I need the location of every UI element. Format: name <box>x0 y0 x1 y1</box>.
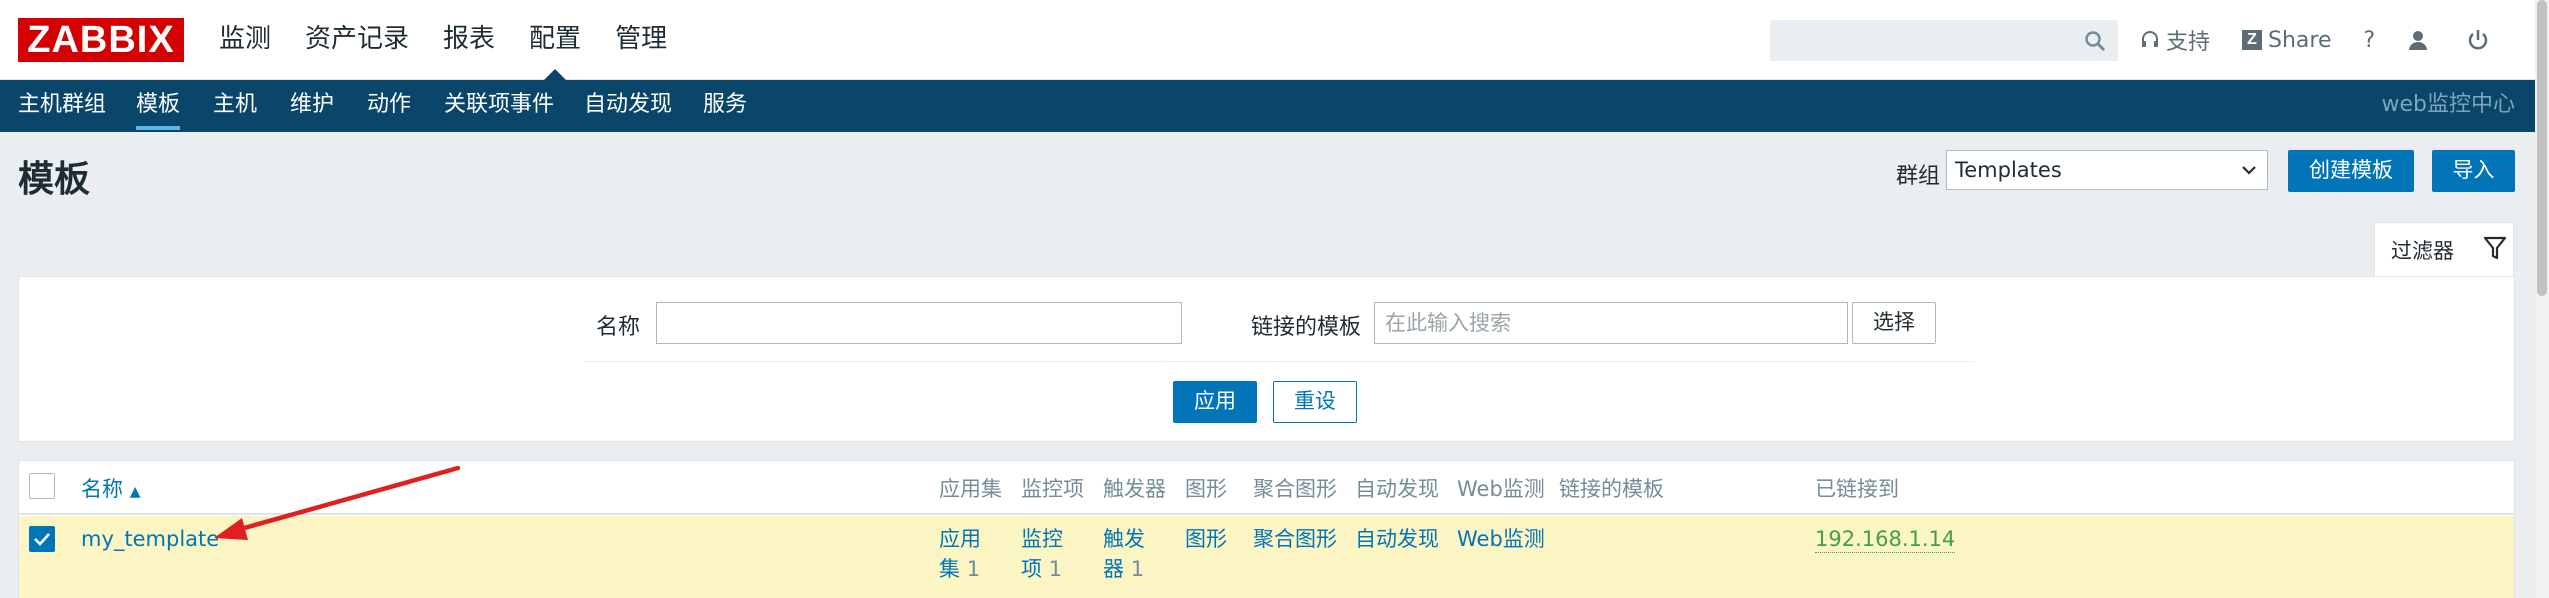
reset-filter-button[interactable]: 重设 <box>1273 381 1357 423</box>
submenu-maintenance[interactable]: 维护 <box>290 80 334 132</box>
power-icon <box>2468 30 2488 50</box>
graphs-link[interactable]: 图形 <box>1185 524 1227 554</box>
submenu-actions[interactable]: 动作 <box>367 80 411 132</box>
annotation-arrow-icon <box>214 465 461 540</box>
checkmark-icon <box>34 533 50 546</box>
import-button[interactable]: 导入 <box>2432 150 2515 192</box>
select-template-button[interactable]: 选择 <box>1852 302 1936 344</box>
support-label: 支持 <box>2166 30 2211 55</box>
applications-label: 应用 <box>939 527 981 551</box>
applications-count: 1 <box>966 557 981 581</box>
page-scrollbar[interactable] <box>2535 0 2549 598</box>
filter-icon <box>2483 236 2507 260</box>
group-select[interactable]: Templates <box>1946 150 2268 190</box>
submenu-hosts[interactable]: 主机 <box>213 80 257 132</box>
top-bar: ZABBIX 监测 资产记录 报表 配置 管理 支持 Z Share ? <box>0 0 2535 80</box>
headset-icon <box>2142 31 2158 47</box>
screens-link[interactable]: 聚合图形 <box>1253 524 1337 554</box>
help-icon: ? <box>2363 27 2376 53</box>
filter-tab[interactable]: 过滤器 <box>2374 222 2514 278</box>
help-button[interactable]: ? <box>2364 28 2376 53</box>
filter-linked-templates-label: 链接的模板 <box>1251 315 1362 340</box>
items-count: 1 <box>1048 557 1063 581</box>
logout-button[interactable] <box>2467 29 2495 51</box>
filter-name-input[interactable] <box>656 302 1182 344</box>
support-link[interactable]: 支持 <box>2140 24 2210 56</box>
column-applications: 应用集 <box>939 477 1002 501</box>
column-graphs: 图形 <box>1185 477 1227 501</box>
filter-linked-templates-input[interactable]: 在此输入搜索 <box>1374 302 1848 344</box>
share-link[interactable]: Z Share <box>2242 28 2332 53</box>
main-menu: 监测 资产记录 报表 配置 管理 <box>202 0 684 80</box>
sort-ascending-icon: ▲ <box>129 484 141 500</box>
triggers-label-2: 器 <box>1103 557 1124 581</box>
user-profile-button[interactable] <box>2407 29 2435 51</box>
create-template-button[interactable]: 创建模板 <box>2288 150 2414 192</box>
apply-filter-button[interactable]: 应用 <box>1173 381 1257 423</box>
group-select-value: Templates <box>1955 158 2062 182</box>
submenu-discovery[interactable]: 自动发现 <box>584 80 672 132</box>
column-triggers: 触发器 <box>1103 477 1166 501</box>
triggers-label: 触发 <box>1103 527 1145 551</box>
discovery-link[interactable]: 自动发现 <box>1355 524 1439 554</box>
submenu-services[interactable]: 服务 <box>703 80 747 132</box>
items-label-2: 项 <box>1021 557 1042 581</box>
items-label: 监控 <box>1021 527 1063 551</box>
search-icon[interactable] <box>2084 30 2106 52</box>
triggers-count: 1 <box>1130 557 1145 581</box>
sub-menu: 主机群组 模板 主机 维护 动作 关联项事件 自动发现 服务 web监控中心 <box>0 80 2535 132</box>
share-label: Share <box>2268 27 2332 53</box>
column-name-header[interactable]: 名称 ▲ <box>81 473 140 503</box>
select-all-checkbox[interactable] <box>29 473 55 499</box>
submenu-host-groups[interactable]: 主机群组 <box>18 80 106 132</box>
column-items: 监控项 <box>1021 477 1084 501</box>
linked-host-link[interactable]: 192.168.1.14 <box>1815 526 1956 553</box>
column-discovery: 自动发现 <box>1355 477 1439 501</box>
column-name-label: 名称 <box>81 477 123 501</box>
zabbix-share-icon: Z <box>2242 30 2263 50</box>
filter-divider <box>584 361 1974 362</box>
zabbix-logo[interactable]: ZABBIX <box>18 18 184 62</box>
menu-inventory[interactable]: 资产记录 <box>288 0 426 80</box>
items-link[interactable]: 监控 项 1 <box>1021 524 1063 584</box>
submenu-correlation[interactable]: 关联项事件 <box>444 80 554 132</box>
column-linked-templates: 链接的模板 <box>1559 477 1664 501</box>
applications-label-2: 集 <box>939 557 960 581</box>
menu-reports[interactable]: 报表 <box>426 0 512 80</box>
global-search-input[interactable] <box>1770 20 2118 61</box>
column-screens: 聚合图形 <box>1253 477 1337 501</box>
filter-name-label: 名称 <box>596 315 641 340</box>
row-checkbox[interactable] <box>29 526 55 552</box>
scrollbar-thumb[interactable] <box>2537 0 2547 296</box>
menu-monitoring[interactable]: 监测 <box>202 0 288 80</box>
applications-link[interactable]: 应用 集 1 <box>939 524 981 584</box>
group-label: 群组 <box>1896 164 1941 189</box>
menu-configuration[interactable]: 配置 <box>512 0 598 80</box>
user-icon <box>2409 31 2428 50</box>
page-title: 模板 <box>18 159 91 200</box>
triggers-link[interactable]: 触发 器 1 <box>1103 524 1145 584</box>
web-link[interactable]: Web监测 <box>1457 524 1545 554</box>
menu-administration[interactable]: 管理 <box>598 0 684 80</box>
filter-tab-label: 过滤器 <box>2391 239 2454 263</box>
chevron-down-icon <box>2242 166 2256 175</box>
template-name-link[interactable]: my_template <box>81 524 219 554</box>
filter-panel: 名称 链接的模板 在此输入搜索 选择 应用 重设 <box>18 276 2515 442</box>
server-name: web监控中心 <box>2381 92 2516 117</box>
top-tools: 支持 Z Share ? <box>2140 0 2527 80</box>
column-linked-to: 已链接到 <box>1815 477 1899 501</box>
submenu-templates[interactable]: 模板 <box>136 80 181 132</box>
column-web: Web监测 <box>1457 477 1545 501</box>
